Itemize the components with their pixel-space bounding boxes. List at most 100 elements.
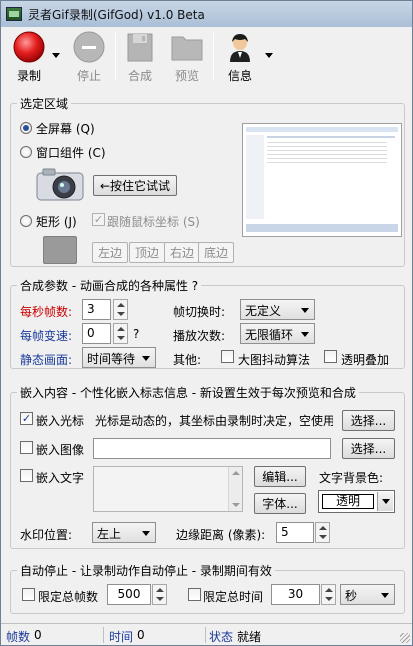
record-dropdown-arrow-icon[interactable]	[52, 53, 60, 58]
screen-preview-image	[242, 123, 402, 237]
info-button[interactable]: 信息	[223, 31, 257, 85]
text-bg-color-label: 文字背景色:	[319, 471, 384, 485]
fullscreen-label: 全屏幕 (Q)	[36, 122, 95, 136]
info-dropdown-arrow-icon[interactable]	[265, 53, 273, 58]
text-scrollbar[interactable]	[228, 467, 242, 511]
rect-label: 矩形 (J)	[36, 215, 77, 229]
speed-spinner[interactable]	[113, 323, 128, 344]
speed-help[interactable]: ?	[133, 327, 139, 341]
fps-spinner[interactable]	[113, 299, 128, 320]
compose-button[interactable]: 合成	[125, 31, 155, 85]
status-bar: 帧数 0 时间 0 状态 就绪	[1, 623, 412, 645]
frame-switch-label: 帧切换时:	[173, 305, 226, 319]
text-bg-color-select[interactable]: 透明	[318, 490, 395, 513]
window-component-radio[interactable]	[20, 146, 32, 158]
chevron-down-icon	[377, 492, 393, 511]
limit-frames-checkbox[interactable]	[22, 588, 35, 601]
margin-spinner[interactable]	[315, 522, 330, 543]
embed-cursor-description: 光标是动态的，其坐标由录制时决定，空使用	[95, 414, 333, 428]
fps-input[interactable]: 3	[82, 299, 111, 320]
camera-icon[interactable]	[35, 167, 85, 203]
edit-text-button[interactable]: 编辑...	[254, 466, 306, 487]
margin-label: 边缘距离 (像素):	[176, 528, 266, 542]
preview-label: 预览	[174, 69, 199, 83]
frame-switch-select[interactable]: 无定义	[240, 299, 315, 320]
speed-label: 每帧变速:	[20, 329, 73, 343]
compose-icon	[127, 33, 153, 62]
frame-switch-value: 无定义	[245, 304, 282, 318]
limit-time-input[interactable]: 30	[271, 584, 320, 605]
other-label: 其他:	[173, 353, 202, 367]
embed-image-checkbox[interactable]	[20, 441, 33, 454]
status-separator	[205, 627, 206, 643]
limit-time-spinner[interactable]	[321, 584, 336, 605]
region-group-title: 选定区域	[17, 95, 72, 112]
preview-button[interactable]: 预览	[169, 31, 205, 85]
image-path-input[interactable]	[93, 438, 331, 459]
resize-grip-icon[interactable]	[400, 633, 410, 643]
hold-to-try-button[interactable]: ←按住它试试	[93, 175, 177, 196]
limit-time-checkbox[interactable]	[188, 588, 201, 601]
speed-input[interactable]: 0	[82, 323, 111, 344]
time-unit-value: 秒	[345, 589, 358, 603]
bottom-edge-button[interactable]: 底边	[198, 242, 234, 263]
title-bar[interactable]: 灵者Gif录制(GifGod) v1.0 Beta	[1, 1, 412, 27]
stop-icon	[73, 31, 105, 63]
fullscreen-radio[interactable]	[20, 122, 32, 134]
window-title: 灵者Gif录制(GifGod) v1.0 Beta	[28, 7, 205, 22]
record-button[interactable]: 录制	[9, 31, 49, 85]
limit-frames-label: 限定总帧数	[38, 590, 99, 604]
transparent-overlay-checkbox[interactable]	[324, 350, 337, 363]
large-dither-checkbox[interactable]	[221, 350, 234, 363]
app-icon	[6, 7, 22, 21]
chevron-down-icon	[142, 356, 150, 361]
select-cursor-button[interactable]: 选择...	[342, 410, 395, 431]
status-time-label: 时间	[109, 630, 134, 644]
limit-frames-input[interactable]: 500	[107, 584, 151, 605]
watermark-position-label: 水印位置:	[20, 528, 73, 542]
status-state-label: 状态	[209, 630, 234, 644]
record-icon	[13, 31, 45, 63]
play-count-select[interactable]: 无限循环	[240, 323, 315, 344]
fps-label: 每秒帧数:	[20, 305, 73, 319]
large-dither-label: 大图抖动算法	[238, 353, 311, 367]
embed-text-area[interactable]	[93, 466, 243, 512]
status-state-value: 就绪	[237, 630, 262, 644]
chevron-down-icon	[381, 593, 389, 598]
compose-label: 合成	[127, 69, 152, 83]
top-edge-button[interactable]: 顶边	[129, 242, 165, 263]
embed-image-label: 嵌入图像	[36, 443, 85, 457]
toolbar-separator	[213, 33, 214, 81]
follow-mouse-checkbox[interactable]: ✓	[92, 213, 105, 226]
embed-text-checkbox[interactable]	[20, 469, 33, 482]
select-image-button[interactable]: 选择...	[342, 438, 395, 459]
font-button[interactable]: 字体...	[254, 493, 306, 514]
time-unit-select[interactable]: 秒	[340, 584, 395, 605]
stop-button[interactable]: 停止	[71, 31, 107, 85]
limit-time-label: 限定总时间	[203, 590, 264, 604]
play-count-value: 无限循环	[245, 328, 294, 342]
right-edge-button[interactable]: 右边	[164, 242, 200, 263]
status-time-value: 0	[137, 628, 145, 642]
watermark-position-select[interactable]: 左上	[92, 522, 156, 543]
window-component-label: 窗口组件 (C)	[36, 146, 106, 160]
follow-mouse-label: 跟随鼠标坐标 (S)	[107, 215, 200, 229]
static-select[interactable]: 时间等待	[82, 347, 156, 368]
left-edge-button[interactable]: 左边	[92, 242, 128, 263]
margin-input[interactable]: 5	[276, 522, 314, 543]
embed-cursor-label: 嵌入光标	[36, 414, 85, 428]
app-window: 灵者Gif录制(GifGod) v1.0 Beta 录制 停止 合成 预览 信息…	[0, 0, 413, 646]
embed-group-title: 嵌入内容 - 个性化嵌入标志信息 - 新设置生效于每次预览和合成	[17, 384, 359, 401]
status-separator	[103, 627, 104, 643]
chevron-down-icon	[142, 531, 150, 536]
limit-frames-spinner[interactable]	[152, 584, 167, 605]
user-avatar-icon	[230, 34, 250, 62]
embed-cursor-checkbox[interactable]: ✓	[20, 412, 33, 425]
rect-select-icon[interactable]	[43, 236, 77, 264]
play-count-label: 播放次数:	[173, 329, 226, 343]
synth-group-title: 合成参数 - 动画合成的各种属性 ?	[17, 277, 202, 294]
static-value: 时间等待	[87, 352, 136, 366]
text-bg-color-value: 透明	[322, 494, 374, 509]
embed-text-label: 嵌入文字	[36, 471, 85, 485]
rect-radio[interactable]	[20, 215, 32, 227]
